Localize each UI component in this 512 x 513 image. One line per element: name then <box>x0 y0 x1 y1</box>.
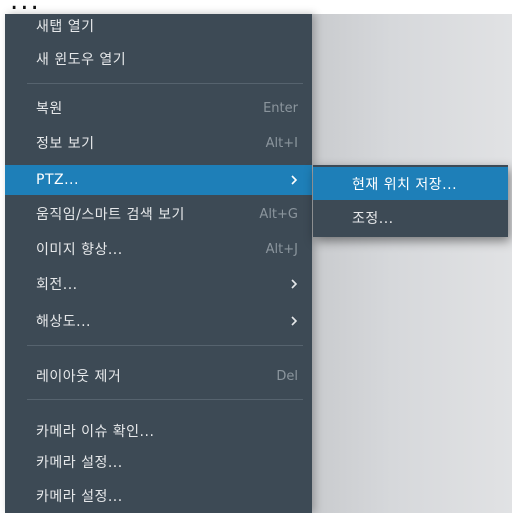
menu-item-remove-from-layout[interactable]: 레이아웃 제거 Del <box>5 361 312 391</box>
menu-item-label: 레이아웃 제거 <box>36 369 122 385</box>
menu-item-label: 움직임/스마트 검색 보기 <box>36 207 185 223</box>
menu-item-image-enhance[interactable]: 이미지 향상... Alt+J <box>5 234 312 264</box>
menu-separator <box>27 83 303 84</box>
ptz-submenu: 현재 위치 저장... 조정... <box>313 165 508 237</box>
menu-item-restore[interactable]: 복원 Enter <box>5 93 312 123</box>
menu-item-label: PTZ... <box>36 172 79 188</box>
menu-item-show-info[interactable]: 정보 보기 Alt+I <box>5 128 312 158</box>
menu-item-shortcut: Enter <box>263 100 298 116</box>
submenu-item-label: 현재 위치 저장... <box>352 176 458 193</box>
context-menu: 새탭 열기 새 윈도우 열기 복원 Enter 정보 보기 Alt+I PTZ.… <box>5 14 312 513</box>
menu-item-label: 회전... <box>36 277 78 293</box>
menu-item-label: 카메라 설정... <box>36 455 123 471</box>
menu-item-shortcut: Alt+I <box>265 135 298 151</box>
menu-item-open-new-window[interactable]: 새 윈도우 열기 <box>5 44 312 74</box>
menu-item-label: 카메라 이슈 확인... <box>36 424 155 440</box>
menu-item-label: 새 윈도우 열기 <box>36 52 127 68</box>
menu-item-shortcut: Del <box>276 368 298 384</box>
menu-item-motion-smart-search[interactable]: 움직임/스마트 검색 보기 Alt+G <box>5 199 312 229</box>
menu-item-label: 새탭 열기 <box>36 19 95 35</box>
screen: ... 새탭 열기 새 윈도우 열기 복원 Enter 정보 보기 Alt+I … <box>0 0 512 513</box>
background-window-area <box>312 14 512 513</box>
chevron-right-icon <box>290 174 298 186</box>
menu-item-camera-settings-2[interactable]: 카메라 설정... <box>5 481 312 511</box>
menu-item-ptz[interactable]: PTZ... <box>5 165 312 195</box>
menu-item-label: 이미지 향상... <box>36 242 123 258</box>
submenu-item-adjust[interactable]: 조정... <box>313 201 508 234</box>
menu-item-camera-settings[interactable]: 카메라 설정... <box>5 447 312 477</box>
menu-item-label: 정보 보기 <box>36 136 95 152</box>
menu-item-shortcut: Alt+J <box>265 241 298 257</box>
menu-item-open-new-tab[interactable]: 새탭 열기 <box>5 11 312 41</box>
menu-separator <box>27 345 303 346</box>
chevron-right-icon <box>290 278 298 290</box>
submenu-item-save-current-position[interactable]: 현재 위치 저장... <box>313 167 508 200</box>
menu-item-label: 카메라 설정... <box>36 489 123 505</box>
chevron-right-icon <box>290 315 298 327</box>
menu-separator <box>27 399 303 400</box>
menu-item-camera-issues[interactable]: 카메라 이슈 확인... <box>5 416 312 446</box>
menu-item-resolution[interactable]: 해상도... <box>5 306 312 336</box>
menu-item-label: 해상도... <box>36 314 91 330</box>
menu-item-rotate[interactable]: 회전... <box>5 269 312 299</box>
menu-item-label: 복원 <box>36 101 63 117</box>
menu-item-shortcut: Alt+G <box>259 206 298 222</box>
submenu-item-label: 조정... <box>352 210 394 227</box>
